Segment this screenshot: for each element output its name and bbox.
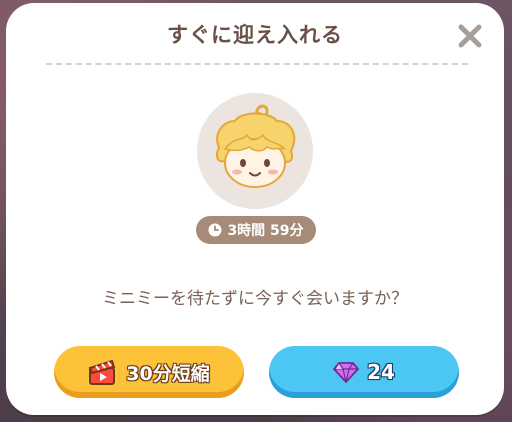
watch-ad-shorten-button[interactable]: 30分短縮 bbox=[54, 346, 244, 398]
clapperboard-icon bbox=[88, 359, 116, 385]
close-button[interactable] bbox=[456, 22, 484, 50]
ad-button-label: 30分短縮 bbox=[126, 362, 210, 385]
gem-icon bbox=[333, 362, 360, 383]
welcome-now-dialog: すぐに迎え入れる 3時間 59分 ミニミーを待たずに今すぐ会いますか？ 30分短… bbox=[6, 3, 504, 415]
clock-icon bbox=[208, 223, 222, 237]
confirm-question: ミニミーを待たずに今すぐ会いますか？ bbox=[102, 289, 408, 309]
title-divider bbox=[46, 63, 468, 65]
character-avatar bbox=[197, 93, 313, 209]
gem-cost-value: 24 bbox=[367, 360, 395, 384]
dialog-title: すぐに迎え入れる bbox=[167, 23, 343, 47]
character-face bbox=[215, 104, 296, 188]
remaining-time-text: 3時間 59分 bbox=[227, 223, 304, 239]
close-icon bbox=[458, 24, 482, 48]
remaining-time-badge: 3時間 59分 bbox=[196, 216, 316, 244]
gem-instant-button[interactable]: 24 bbox=[269, 346, 459, 398]
